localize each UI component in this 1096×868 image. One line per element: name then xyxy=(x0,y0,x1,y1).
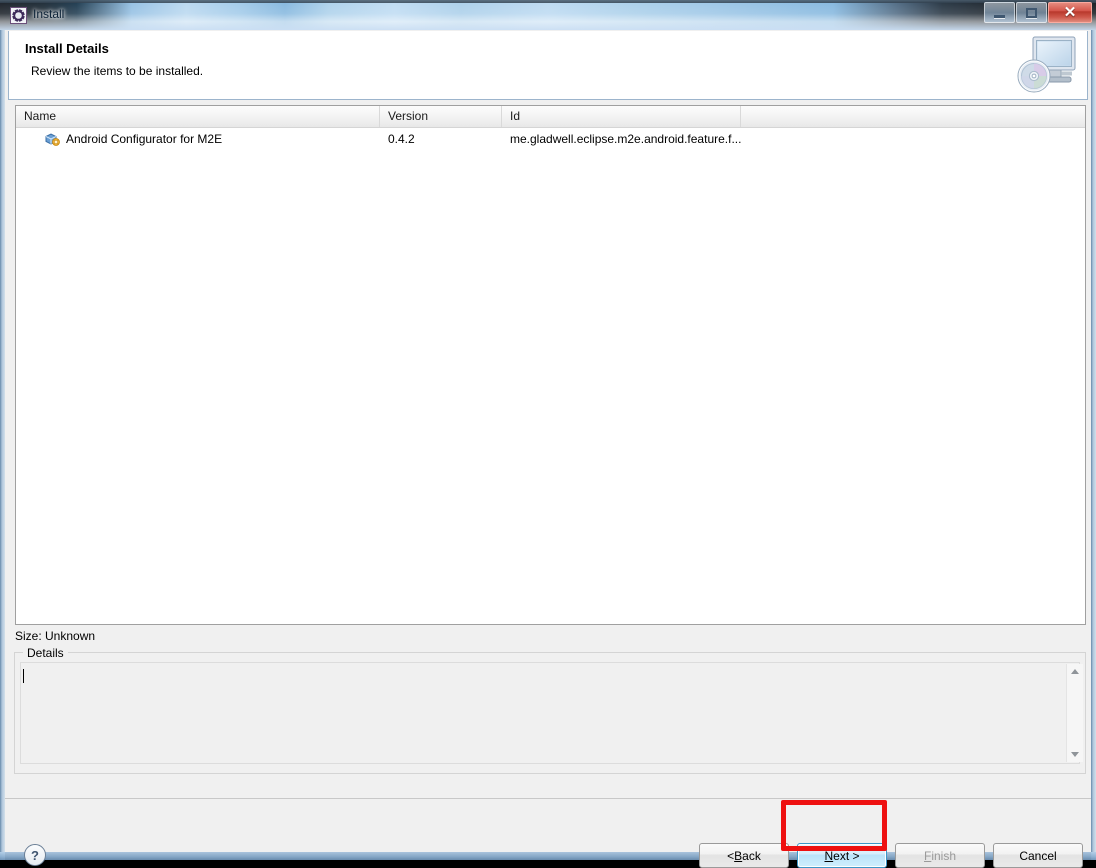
text-caret xyxy=(23,669,24,683)
back-label-suffix: ack xyxy=(742,848,761,863)
cell-id: me.gladwell.eclipse.m2e.android.feature.… xyxy=(510,132,741,146)
feature-plugin-icon xyxy=(44,131,60,147)
cell-blank xyxy=(741,128,1085,150)
back-button[interactable]: < Back xyxy=(699,843,789,868)
minimize-icon xyxy=(985,3,1014,22)
page-subtitle: Review the items to be installed. xyxy=(31,64,204,78)
install-wizard-window: Install ✕ Install Details Review the ite… xyxy=(0,0,1096,868)
scroll-down-arrow-icon[interactable] xyxy=(1067,747,1083,762)
restore-icon xyxy=(1017,3,1046,22)
back-label-accel: B xyxy=(734,848,743,863)
next-label-suffix: ext > xyxy=(833,848,860,863)
close-icon: ✕ xyxy=(1049,3,1091,22)
close-button[interactable]: ✕ xyxy=(1048,2,1092,23)
window-border-right xyxy=(1091,30,1096,860)
column-header-version[interactable]: Version xyxy=(380,106,502,127)
cell-name-text: Android Configurator for M2E xyxy=(66,132,223,146)
next-label-accel: N xyxy=(824,848,834,863)
eclipse-gear-icon xyxy=(10,7,27,24)
table-header-row: Name Version Id xyxy=(16,106,1085,128)
finish-label-accel: F xyxy=(923,848,932,863)
details-scrollbar[interactable] xyxy=(1066,664,1083,762)
window-title: Install xyxy=(33,7,65,21)
details-legend: Details xyxy=(23,646,68,660)
back-label-prefix: < xyxy=(727,848,735,863)
table-row[interactable]: Android Configurator for M2E 0.4.2 me.gl… xyxy=(16,128,1085,150)
dialog-footer: ? < Back Next > Finish Cancel xyxy=(5,799,1091,868)
cancel-label-suffix: Cancel xyxy=(1019,848,1057,863)
monitor-with-disc-icon xyxy=(1007,31,1083,99)
cell-name: Android Configurator for M2E xyxy=(16,128,380,150)
dialog-client-area: Install Details Review the items to be i… xyxy=(5,30,1091,868)
scroll-up-arrow-icon[interactable] xyxy=(1067,664,1083,679)
cancel-button[interactable]: Cancel xyxy=(993,843,1083,868)
help-button[interactable]: ? xyxy=(24,844,46,866)
column-header-id[interactable]: Id xyxy=(502,106,741,127)
page-title: Install Details xyxy=(25,41,109,56)
cell-version: 0.4.2 xyxy=(388,132,415,146)
finish-label-suffix: inish xyxy=(931,848,957,863)
minimize-button[interactable] xyxy=(984,2,1015,23)
size-label: Size: Unknown xyxy=(15,629,96,643)
details-text-area[interactable] xyxy=(20,662,1080,764)
column-header-name[interactable]: Name xyxy=(16,106,380,127)
wizard-header: Install Details Review the items to be i… xyxy=(8,31,1088,100)
next-button[interactable]: Next > xyxy=(797,843,887,868)
restore-button[interactable] xyxy=(1016,2,1047,23)
column-header-blank[interactable] xyxy=(741,106,1085,127)
close-glyph: ✕ xyxy=(1063,4,1077,21)
help-glyph: ? xyxy=(31,847,39,863)
install-items-table[interactable]: Name Version Id Android Configurator for… xyxy=(15,105,1086,625)
titlebar[interactable]: Install ✕ xyxy=(0,0,1096,30)
finish-button: Finish xyxy=(895,843,985,868)
